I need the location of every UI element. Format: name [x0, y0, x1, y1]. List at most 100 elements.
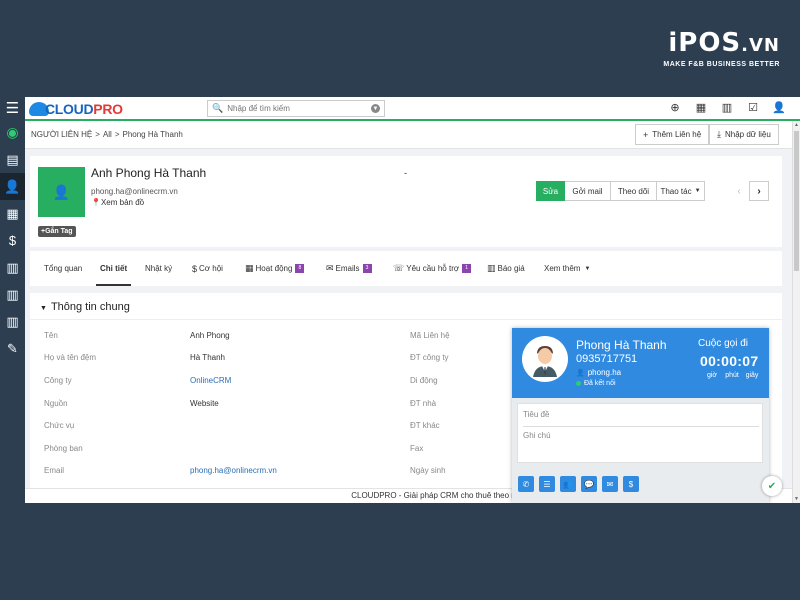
field-value: Hà Thanh	[190, 353, 225, 362]
ipos-tagline: MAKE F&B BUSINESS BETTER	[663, 61, 780, 68]
search-input[interactable]	[227, 104, 371, 113]
timer-units: giờ phút giây	[702, 372, 762, 379]
plus-icon: +	[643, 129, 649, 140]
contact-header-card: 👤 Anh Phong Hà Thanh phong.ha@onlinecrm.…	[30, 156, 782, 247]
download-icon: ⤓	[717, 129, 721, 139]
tab-quotes[interactable]: ▥ Báo giá	[487, 251, 525, 286]
calendar-icon: ▦	[245, 263, 254, 273]
dollar-icon[interactable]: $	[623, 476, 639, 492]
edit-button[interactable]: Sửa	[536, 181, 565, 201]
caller-user: 👤 phong.ha	[576, 368, 622, 377]
call-status: Đã kết nối	[576, 380, 616, 387]
field-label: Phòng ban	[44, 444, 83, 453]
contacts-card-icon[interactable]: ▤	[0, 146, 25, 173]
contact-name: Anh Phong Hà Thanh	[91, 166, 207, 180]
caret-down-icon: ▼	[584, 265, 591, 272]
user-icon[interactable]: 👤	[766, 100, 792, 117]
company-link[interactable]: OnlineCRM	[190, 376, 231, 385]
import-data-button[interactable]: ⤓ Nhập dữ liệu	[709, 124, 779, 145]
menu-icon[interactable]: ☰	[0, 97, 25, 119]
send-mail-button[interactable]: Gởi mail	[565, 181, 611, 201]
field-label: Chức vụ	[44, 421, 75, 430]
breadcrumb-filter[interactable]: All	[103, 130, 112, 139]
money-bag-icon[interactable]: $	[0, 227, 25, 254]
shield-check-icon[interactable]: ✔	[762, 476, 782, 496]
tab-more[interactable]: Xem thêm ▼	[544, 251, 590, 286]
dashboard-icon[interactable]: ◉	[0, 119, 25, 146]
document-icon[interactable]: ▥	[0, 308, 25, 335]
caret-down-icon: ▼	[40, 305, 47, 312]
call-action-buttons: ✆ ☰ 👥 💬 ✉ $	[518, 476, 644, 492]
contact-email: phong.ha@onlinecrm.vn	[91, 187, 178, 196]
chevron-down-icon[interactable]: ▼	[371, 104, 380, 113]
detail-tabs: Tổng quan Chi tiết Nhật ký $ Cơ hội ▦ Hoạt…	[30, 251, 782, 286]
tab-details[interactable]: Chi tiết	[95, 251, 132, 286]
person-avatar-icon	[525, 339, 565, 379]
search-icon: 🔍	[212, 103, 224, 113]
document-icon[interactable]: ▥	[0, 254, 25, 281]
document-icon: ▥	[487, 263, 496, 273]
tab-support-requests[interactable]: ☏ Yêu cầu hỗ trợ 1	[393, 251, 472, 286]
caller-name: Phong Hà Thanh	[576, 338, 667, 352]
follow-button[interactable]: Theo dõi	[611, 181, 657, 201]
calendar-icon[interactable]: ▦	[688, 100, 714, 117]
add-contact-button[interactable]: + Thêm Liên hệ	[635, 124, 710, 145]
field-label: Tên	[44, 331, 58, 340]
cloudpro-logo[interactable]: CLOUDPRO	[29, 99, 123, 119]
section-divider	[30, 319, 782, 320]
envelope-icon[interactable]: ✉	[602, 476, 618, 492]
building-icon[interactable]: ▦	[0, 200, 25, 227]
scroll-up-icon[interactable]: ▲	[794, 122, 799, 128]
header-dash: -	[404, 168, 407, 178]
tab-history[interactable]: Nhật ký	[145, 251, 172, 286]
field-label: ĐT nhà	[410, 399, 437, 408]
email-link[interactable]: phong.ha@onlinecrm.vn	[190, 466, 277, 475]
global-search[interactable]: 🔍 ▼	[207, 100, 385, 117]
view-map-link[interactable]: 📍Xem bản đồ	[91, 198, 144, 207]
person-icon[interactable]: 👤	[0, 173, 25, 200]
add-tag-button[interactable]: + Gắn Tag	[38, 226, 76, 237]
emails-count-badge: 3	[362, 264, 372, 273]
list-icon[interactable]: ☰	[539, 476, 555, 492]
field-label: Fax	[410, 444, 424, 453]
timer-unit-minutes: phút	[725, 372, 739, 379]
plus-circle-icon[interactable]: ⊕	[662, 100, 688, 117]
phone-icon[interactable]: ✆	[518, 476, 534, 492]
document-icon[interactable]: ▥	[0, 281, 25, 308]
field-label: Nguồn	[44, 399, 68, 408]
left-sidebar: ☰ ◉ ▤ 👤 ▦ $ ▥ ▥ ▥ ✎	[0, 97, 25, 503]
record-actions: Sửa Gởi mail Theo dõi Thao tác ▼	[536, 181, 705, 201]
call-subject-input[interactable]: Tiêu đề	[523, 410, 549, 419]
user-icon: 👤	[576, 370, 585, 377]
call-notes-input[interactable]: Ghi chú	[523, 431, 551, 440]
field-value: Anh Phong	[190, 331, 230, 340]
scroll-down-icon[interactable]: ▼	[794, 496, 799, 502]
breadcrumb-record: Phong Hà Thanh	[122, 130, 183, 139]
next-record-icon[interactable]: ›	[749, 181, 769, 201]
tab-activities[interactable]: ▦ Hoạt động 8	[245, 251, 305, 286]
activities-count-badge: 8	[295, 264, 305, 273]
field-label: Mã Liên hệ	[410, 331, 450, 340]
call-popup-header: Phong Hà Thanh 0935717751 👤 phong.ha Đã k…	[512, 328, 769, 398]
chat-icon[interactable]: 💬	[581, 476, 597, 492]
support-icon: ☏	[393, 263, 405, 273]
contact-avatar[interactable]: 👤	[38, 167, 85, 217]
breadcrumb: NGƯỜI LIÊN HỆ > All > Phong Hà Thanh	[31, 130, 183, 139]
call-popup-body: Tiêu đề Ghi chú ✆ ☰ 👥 💬 ✉ $	[512, 398, 769, 503]
tab-overview[interactable]: Tổng quan	[44, 251, 82, 286]
tab-opportunities[interactable]: $ Cơ hội	[192, 251, 223, 286]
group-icon[interactable]: 👥	[560, 476, 576, 492]
scroll-thumb[interactable]	[794, 131, 799, 271]
bar-chart-icon[interactable]: ▥	[714, 100, 740, 117]
check-square-icon[interactable]: ☑	[740, 100, 766, 117]
tab-emails[interactable]: ✉ Emails 3	[326, 251, 372, 286]
previous-record-icon[interactable]: ‹	[729, 181, 749, 201]
section-title[interactable]: ▼ Thông tin chung	[40, 301, 130, 313]
page-scrollbar[interactable]: ▲ ▼	[792, 121, 800, 503]
breadcrumb-module[interactable]: NGƯỜI LIÊN HỆ	[31, 130, 92, 139]
edit-icon[interactable]: ✎	[0, 335, 25, 362]
person-icon: 👤	[52, 183, 71, 200]
more-actions-dropdown[interactable]: Thao tác ▼	[657, 181, 705, 201]
top-bar: CLOUDPRO 🔍 ▼ ⊕ ▦ ▥ ☑ 👤	[25, 97, 800, 121]
field-label: Ngày sinh	[410, 466, 446, 475]
